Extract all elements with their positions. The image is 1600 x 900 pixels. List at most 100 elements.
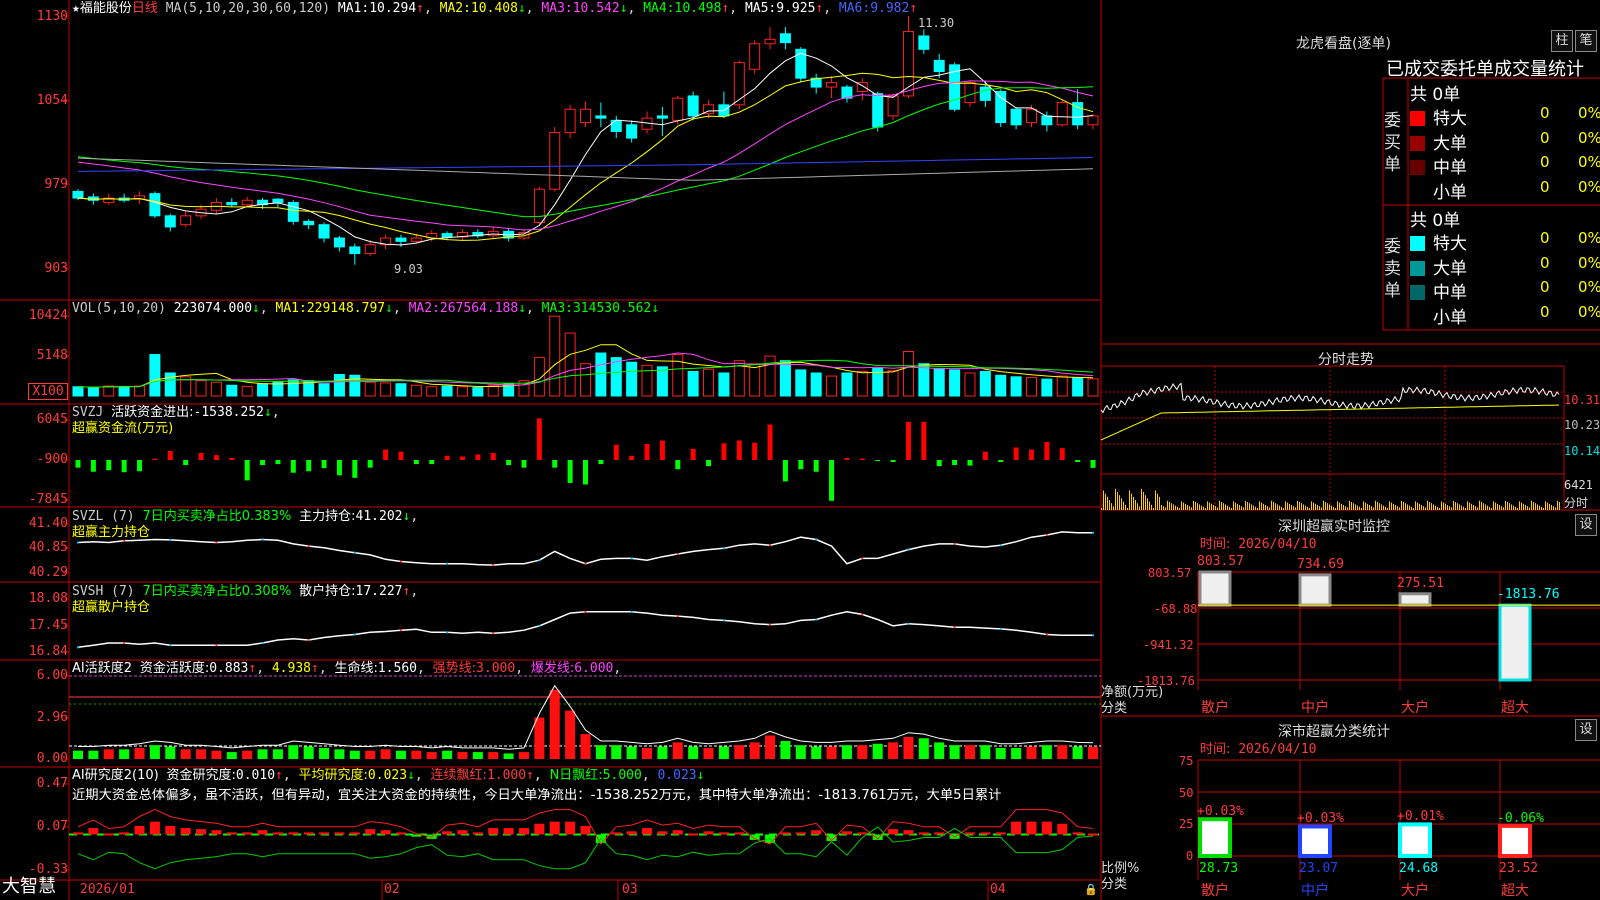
flow-bar — [506, 460, 512, 466]
intraday-volume-bar — [1515, 506, 1516, 510]
ai-burst-value: 6.000 — [574, 661, 614, 676]
sz-settings-button[interactable]: 设 — [1575, 514, 1597, 536]
order-qty: 0 — [1540, 253, 1550, 272]
flow-bar — [752, 442, 758, 460]
svzj-arrow: ↓ — [263, 405, 272, 420]
intraday-volume-bar — [1457, 503, 1458, 510]
sz-time-label: 时间: — [1200, 537, 1231, 552]
intraday-volume-bar — [1461, 505, 1462, 510]
retail-holding-line-dot — [261, 642, 264, 645]
intraday-volume-bar — [1337, 501, 1338, 510]
ma2-line — [77, 72, 1094, 241]
cls-settings-button[interactable]: 设 — [1575, 719, 1597, 741]
order-type-label: 中单 — [1433, 283, 1467, 303]
main-holding-line-dot — [538, 559, 541, 562]
intraday-volume-bar — [1175, 505, 1176, 510]
candle-body — [902, 31, 914, 97]
intraday-volume-bar — [1393, 503, 1394, 510]
svzl-y-tick: 40.85 — [28, 540, 68, 555]
research-bar — [718, 832, 729, 835]
ma1-arrow: ↑ — [416, 1, 424, 16]
flow-bar — [675, 460, 681, 470]
intraday-volume-bar — [1315, 503, 1316, 510]
volume-bar — [1072, 377, 1084, 397]
intraday-volume-bar — [1255, 506, 1256, 510]
intraday-volume-bar — [1359, 506, 1360, 510]
intraday-volume-bar — [1527, 506, 1528, 510]
intraday-volume-bar — [1439, 508, 1440, 510]
research-bar — [565, 821, 576, 835]
stock-name[interactable]: 福能股份 — [80, 1, 132, 16]
volume-bar — [118, 385, 130, 397]
main-holding-line-dot — [861, 557, 864, 560]
activity-bar — [872, 743, 883, 759]
cls-title: 深市超赢分类统计 — [1278, 724, 1390, 740]
research-bar — [611, 832, 622, 835]
sz-category: 超大 — [1501, 700, 1529, 716]
flow-bar — [290, 460, 296, 473]
intraday-volume-bar — [1183, 502, 1184, 510]
intraday-volume-bar — [1455, 502, 1456, 510]
ma4-value: 10.498 — [674, 1, 722, 16]
favorite-star-icon[interactable]: ★ — [72, 1, 80, 16]
main-holding-line-dot — [584, 562, 587, 565]
ai-research-y-tick: -0.33 — [28, 862, 68, 877]
intraday-volume-bar — [1191, 507, 1192, 510]
intraday-volume-bar — [1339, 502, 1340, 510]
intraday-volume-bar — [1143, 492, 1144, 510]
intraday-volume-bar — [1475, 506, 1476, 510]
ai-active-y-tick: 2.96 — [36, 710, 68, 725]
ma5-line — [77, 157, 1094, 172]
research-bar — [1057, 823, 1068, 835]
intraday-volume-bar — [1459, 504, 1460, 510]
retail-holding-line — [77, 611, 1093, 649]
flow-bar — [629, 455, 635, 460]
cls-value-label: 24.68 — [1399, 861, 1439, 876]
tick-mode-button[interactable]: 笔 — [1575, 30, 1597, 52]
retail-holding-line-dot — [77, 646, 79, 649]
activity-bar — [272, 749, 283, 759]
intraday-volume-bar — [1151, 504, 1152, 510]
svzl-value: 41.202 — [355, 509, 403, 524]
ai-research-comment: 近期大资金总体偏多，虽不活跃，但有异动，宜关注大资金的持续性，今日大单净流出：-… — [72, 788, 1002, 803]
lock-icon[interactable]: 🔒 — [1084, 882, 1098, 897]
chart-frame — [0, 0, 1600, 900]
sz-time: 时间: 2026/04/10 — [1200, 537, 1317, 552]
volume-bar — [995, 374, 1007, 397]
vol-header: VOL(5,10,20) 223074.000↓, MA1:229148.797… — [72, 301, 660, 316]
intraday-volume-bar — [1421, 505, 1422, 510]
svzl-header: SVZL (7) 7日内买卖净占比0.383% 主力持仓:41.202↓, — [72, 509, 419, 524]
research-bar — [734, 832, 745, 835]
volume-bar — [887, 370, 899, 397]
ma6-arrow: ↑ — [909, 1, 918, 16]
flow-bar — [352, 460, 358, 478]
cls-cat-label: 分类 — [1101, 877, 1128, 892]
intraday-volume-bar — [1557, 500, 1558, 510]
vol-unit-button[interactable]: X100 — [28, 383, 68, 400]
intraday-volume-bar — [1525, 505, 1526, 510]
intraday-volume-bar — [1125, 504, 1126, 510]
intraday-volume-bar — [1261, 502, 1262, 510]
period-label[interactable]: 日线 — [132, 1, 158, 16]
activity-bar — [964, 745, 975, 759]
intraday-volume-bar — [1297, 500, 1298, 510]
x-tick: 2026/01 — [80, 882, 135, 897]
cls-y-tick: 50 — [1179, 786, 1194, 800]
research-bar — [73, 832, 83, 835]
retail-holding-line-dot — [722, 619, 725, 622]
intraday-volume-bar — [1487, 505, 1488, 510]
intraday-title: 分时走势 — [1318, 352, 1374, 368]
research-bar — [242, 832, 253, 835]
intraday-volume-bar — [1349, 500, 1350, 510]
flow-bar — [367, 460, 373, 468]
intraday-volume-bar — [1399, 507, 1400, 510]
flow-bar — [475, 454, 481, 460]
intraday-volume-bar — [1467, 501, 1468, 510]
research-bar — [980, 832, 991, 835]
candle-body — [564, 108, 576, 134]
candle-body — [364, 244, 376, 255]
activity-bar — [1041, 745, 1052, 759]
intraday-volume-bar — [1333, 506, 1334, 510]
intraday-volume-bar — [1165, 507, 1166, 510]
bar-mode-button[interactable]: 柱 — [1551, 30, 1573, 52]
